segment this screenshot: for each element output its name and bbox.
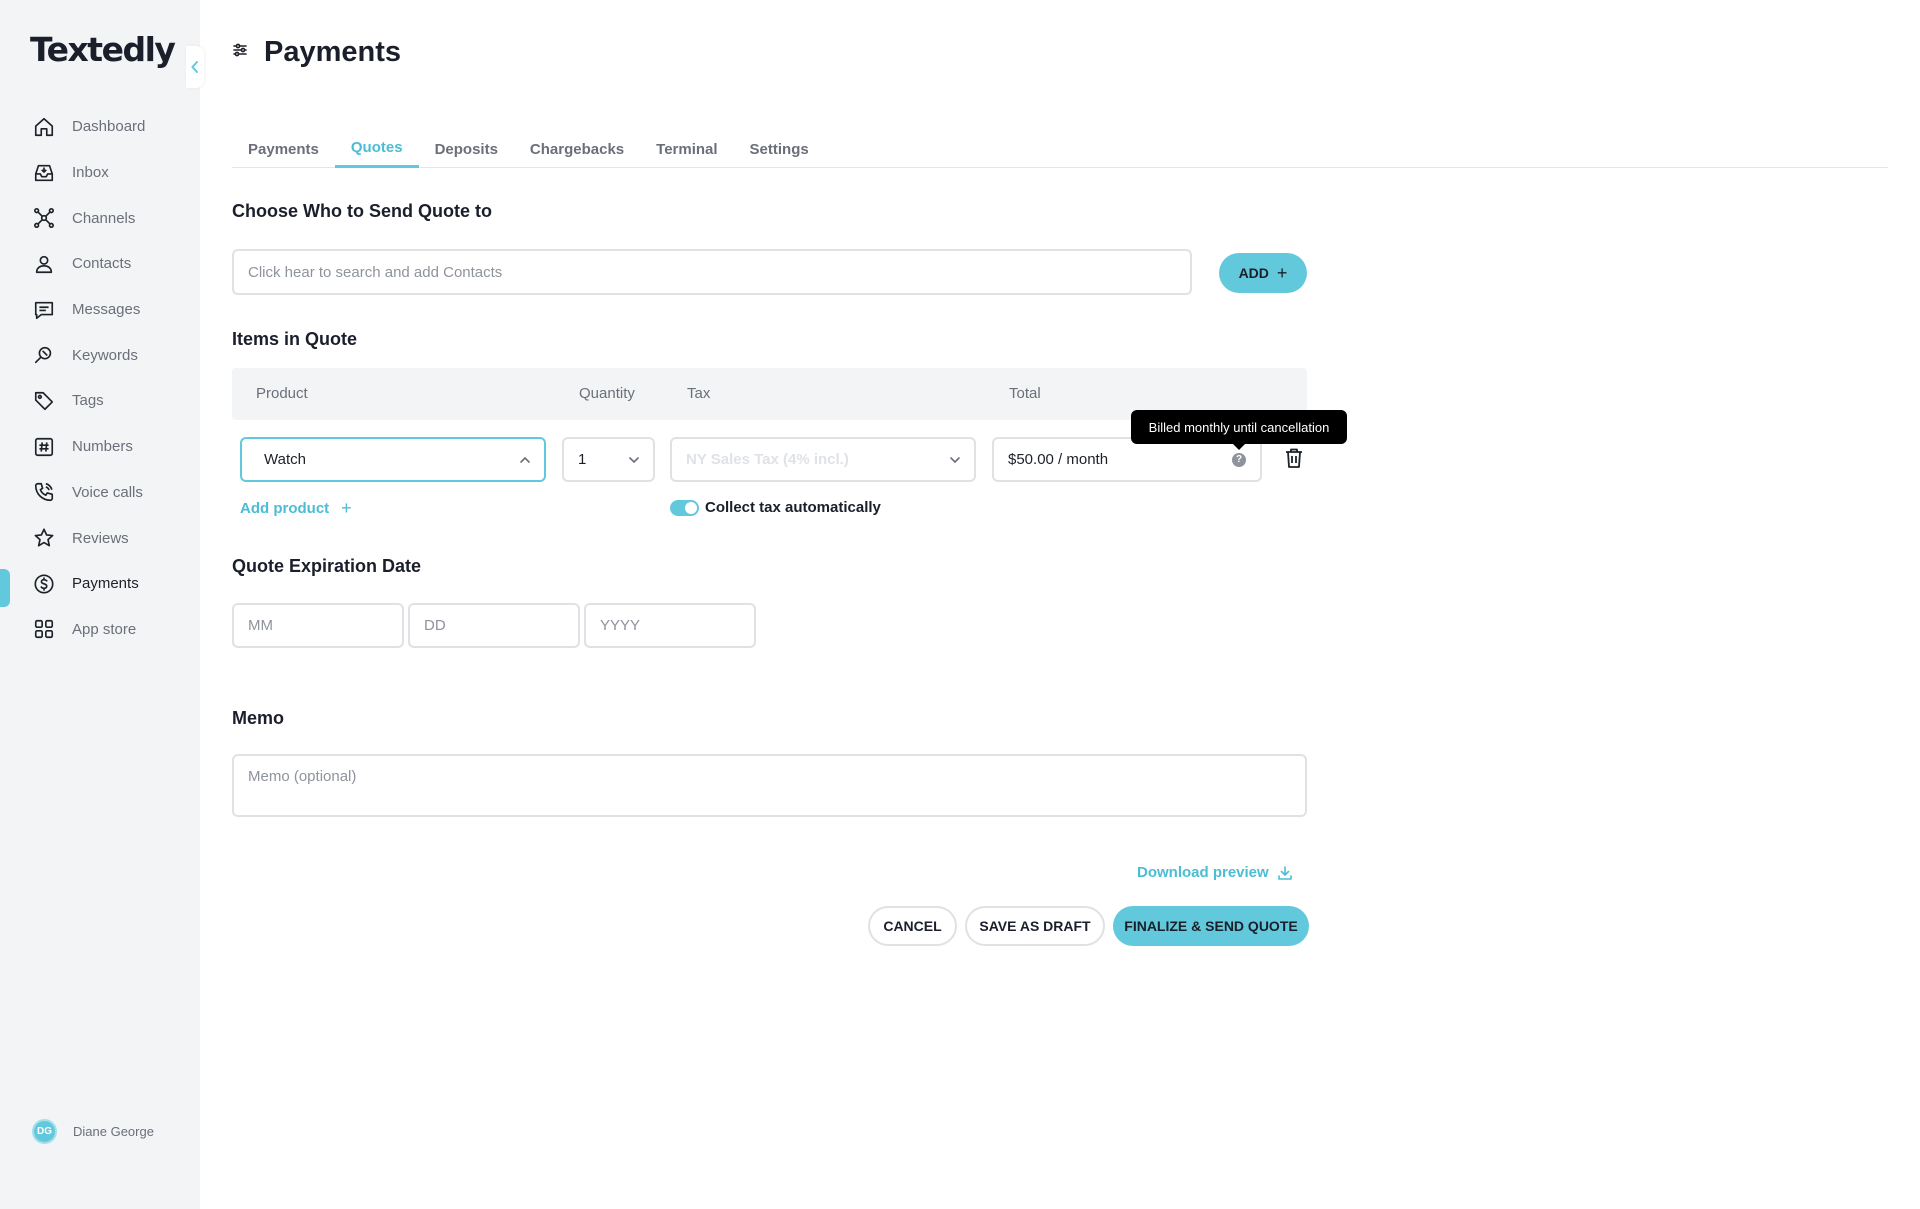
sidebar-item-inbox[interactable]: Inbox xyxy=(0,150,200,196)
sidebar-item-dashboard[interactable]: Dashboard xyxy=(0,104,200,150)
logo: Textedly xyxy=(30,30,176,69)
column-header-tax: Tax xyxy=(687,385,711,402)
sidebar-item-label: Messages xyxy=(72,301,141,319)
billing-tooltip: Billed monthly until cancellation xyxy=(1131,410,1347,450)
chevron-down-icon xyxy=(950,456,960,463)
filter-sliders-icon[interactable] xyxy=(232,42,248,63)
add-product-link[interactable]: Add product + xyxy=(240,498,352,519)
star-icon xyxy=(32,526,56,550)
tab-terminal[interactable]: Terminal xyxy=(640,130,733,168)
chevron-down-icon xyxy=(629,456,639,463)
finalize-send-quote-button[interactable]: FINALIZE & SEND QUOTE xyxy=(1113,906,1309,946)
quantity-select[interactable]: 1 xyxy=(562,437,655,482)
sidebar-item-label: Inbox xyxy=(72,164,109,182)
sidebar-item-payments[interactable]: Payments xyxy=(0,561,200,607)
tax-value: NY Sales Tax (4% incl.) xyxy=(686,451,849,468)
sidebar-item-label: Numbers xyxy=(72,438,133,456)
trash-icon[interactable] xyxy=(1285,448,1303,473)
add-contact-button[interactable]: ADD + xyxy=(1219,253,1307,293)
sidebar-item-label: Keywords xyxy=(72,346,138,364)
dollar-icon xyxy=(32,572,56,596)
phone-icon xyxy=(32,480,56,504)
sidebar-item-label: Reviews xyxy=(72,529,129,547)
product-select[interactable]: Watch xyxy=(240,437,546,482)
sidebar-item-label: Contacts xyxy=(72,255,132,273)
column-header-quantity: Quantity xyxy=(579,385,635,402)
page-title: Payments xyxy=(264,36,402,68)
hash-icon xyxy=(32,435,56,459)
download-preview-label: Download preview xyxy=(1137,864,1269,881)
sidebar-item-voice-calls[interactable]: Voice calls xyxy=(0,470,200,516)
collect-tax-row: Collect tax automatically xyxy=(670,499,881,516)
expiration-year-input[interactable] xyxy=(584,603,756,648)
memo-section-title: Memo xyxy=(232,708,285,728)
sidebar-item-keywords[interactable]: Keywords xyxy=(0,332,200,378)
channels-icon xyxy=(32,206,56,230)
product-value: Watch xyxy=(264,451,306,468)
page-header: Payments xyxy=(232,36,401,69)
tax-select[interactable]: NY Sales Tax (4% incl.) xyxy=(670,437,976,482)
recipient-section-title: Choose Who to Send Quote to xyxy=(232,201,492,221)
add-product-label: Add product xyxy=(240,500,330,517)
tab-bar: Payments Quotes Deposits Chargebacks Ter… xyxy=(232,130,1888,168)
expiration-section-title: Quote Expiration Date xyxy=(232,556,422,576)
sidebar-item-label: Payments xyxy=(72,575,139,593)
tab-deposits[interactable]: Deposits xyxy=(419,130,514,168)
tab-payments[interactable]: Payments xyxy=(232,130,335,168)
plus-icon: + xyxy=(341,498,352,518)
sidebar-item-messages[interactable]: Messages xyxy=(0,287,200,333)
quantity-value: 1 xyxy=(578,451,587,468)
sidebar-item-app-store[interactable]: App store xyxy=(0,607,200,653)
cancel-button[interactable]: CANCEL xyxy=(868,906,957,946)
column-header-product: Product xyxy=(256,385,308,402)
chevron-left-icon xyxy=(191,61,198,73)
tab-chargebacks[interactable]: Chargebacks xyxy=(514,130,640,168)
save-draft-button[interactable]: SAVE AS DRAFT xyxy=(965,906,1105,946)
plus-icon: + xyxy=(1276,263,1288,283)
home-icon xyxy=(32,115,56,139)
sidebar: Textedly Dashboard Inbox Channels Contac… xyxy=(0,0,204,1209)
sidebar-item-numbers[interactable]: Numbers xyxy=(0,424,200,470)
chevron-up-icon xyxy=(520,456,530,463)
sidebar-item-contacts[interactable]: Contacts xyxy=(0,241,200,287)
avatar: DG xyxy=(32,1119,57,1144)
contact-search-input[interactable] xyxy=(232,249,1192,295)
user-profile[interactable]: DG Diane George xyxy=(32,1119,154,1144)
collapse-sidebar-button[interactable] xyxy=(186,46,204,88)
column-header-total: Total xyxy=(1009,385,1041,402)
expiration-day-input[interactable] xyxy=(408,603,580,648)
sidebar-item-label: Tags xyxy=(72,392,104,410)
tab-quotes[interactable]: Quotes xyxy=(334,130,419,168)
sidebar-nav: Dashboard Inbox Channels Contacts Messag… xyxy=(0,104,200,652)
total-value: $50.00 / month xyxy=(1008,451,1109,468)
items-section-title: Items in Quote xyxy=(232,329,358,349)
sidebar-item-label: Voice calls xyxy=(72,483,143,501)
sidebar-item-label: Channels xyxy=(72,209,136,227)
help-icon[interactable]: ? xyxy=(1232,452,1246,467)
sidebar-item-label: App store xyxy=(72,620,137,638)
add-button-label: ADD xyxy=(1238,265,1269,281)
user-name: Diane George xyxy=(73,1124,154,1139)
grid-icon xyxy=(32,617,56,641)
sidebar-item-tags[interactable]: Tags xyxy=(0,378,200,424)
keyword-search-icon xyxy=(32,343,56,367)
sidebar-item-label: Dashboard xyxy=(72,118,146,136)
inbox-icon xyxy=(32,161,56,185)
person-icon xyxy=(32,252,56,276)
memo-field[interactable] xyxy=(232,754,1307,817)
message-icon xyxy=(32,298,56,322)
sidebar-item-reviews[interactable]: Reviews xyxy=(0,515,200,561)
download-icon xyxy=(1277,865,1292,880)
tab-settings[interactable]: Settings xyxy=(734,130,825,168)
tag-icon xyxy=(32,389,56,413)
collect-tax-label: Collect tax automatically xyxy=(705,499,881,516)
expiration-month-input[interactable] xyxy=(232,603,404,648)
sidebar-item-channels[interactable]: Channels xyxy=(0,195,200,241)
collect-tax-toggle[interactable] xyxy=(670,499,699,516)
download-preview-link[interactable]: Download preview xyxy=(1137,864,1293,881)
